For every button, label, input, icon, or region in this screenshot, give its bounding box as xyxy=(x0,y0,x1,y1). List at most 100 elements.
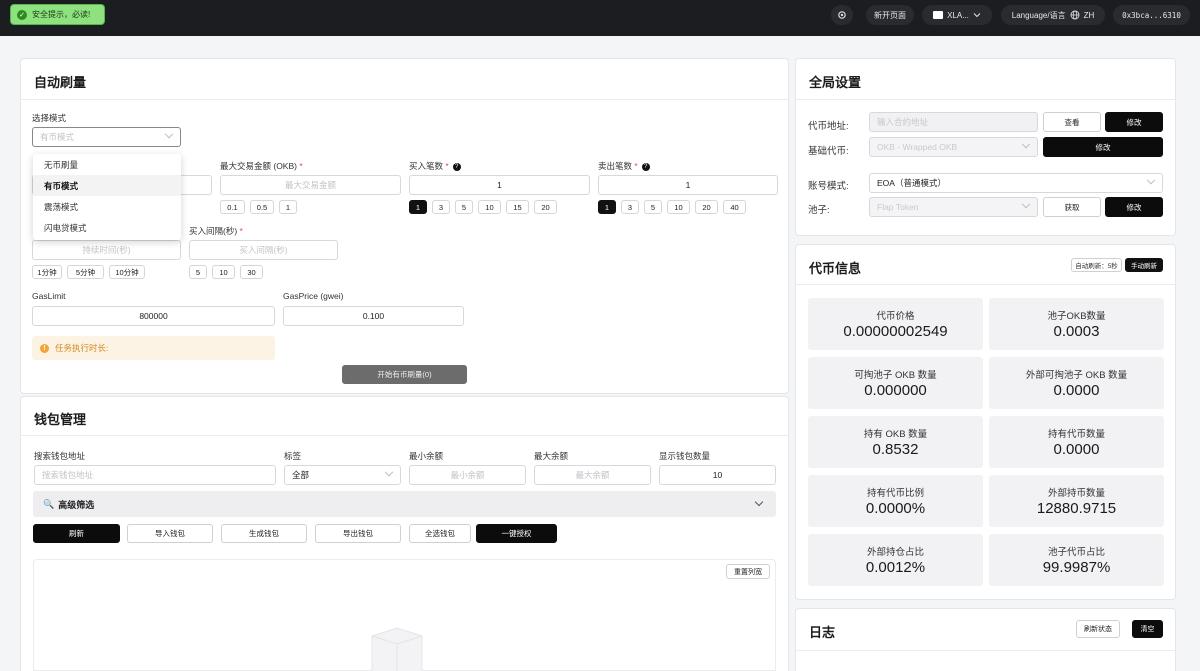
duration-chip[interactable]: 1分钟 xyxy=(32,265,62,279)
global-settings-title: 全局设置 xyxy=(809,75,862,90)
max-amount-chip[interactable]: 1 xyxy=(279,200,297,214)
mode-option[interactable]: 震荡模式 xyxy=(33,196,181,217)
duration-input[interactable]: 持续时间(秒) xyxy=(32,240,181,260)
buy-count-input[interactable]: 1 xyxy=(409,175,590,195)
help-icon[interactable]: ? xyxy=(641,163,650,171)
check-circle-icon: ✓ xyxy=(17,9,27,20)
duration-chip[interactable]: 10分钟 xyxy=(109,265,145,279)
max-amount-label-text: 最大交易金额 (OKB) xyxy=(220,161,297,171)
manual-refresh-button[interactable]: 手动刷新 xyxy=(1125,258,1163,272)
sell-count-value: 1 xyxy=(685,180,691,190)
language-selector[interactable]: Language/语言 ZH xyxy=(1001,5,1105,25)
tag-value: 全部 xyxy=(292,470,310,480)
sell-count-label-text: 卖出笔数 xyxy=(598,161,633,171)
stat-card: 外部可掏池子 OKB 数量 0.0000 xyxy=(989,357,1164,409)
security-alert-button[interactable]: ✓ 安全提示，必读! xyxy=(10,4,105,25)
mode-select[interactable]: 有币模式 xyxy=(32,127,181,147)
mode-label: 选择模式 xyxy=(32,113,67,123)
buy-count-chip[interactable]: 5 xyxy=(455,200,473,214)
sell-count-input[interactable]: 1 xyxy=(598,175,778,195)
token-address-input[interactable]: 输入合约地址 xyxy=(869,112,1038,132)
tag-select[interactable]: 全部 xyxy=(284,465,401,485)
buy-count-chip[interactable]: 3 xyxy=(432,200,450,214)
gaslimit-input[interactable]: 800000 xyxy=(32,306,275,326)
stat-label: 持有代币数量 xyxy=(1047,429,1105,440)
stat-card: 持有代币比例 0.0000% xyxy=(808,475,983,527)
export-wallet-button[interactable]: 导出钱包 xyxy=(315,524,401,543)
divider xyxy=(796,284,1175,285)
view-button[interactable]: 查看 xyxy=(1043,112,1101,132)
auto-refresh-toggle[interactable]: 自动刷新：5秒 xyxy=(1071,258,1122,272)
fetch-pool-button[interactable]: 获取 xyxy=(1043,197,1101,217)
buy-count-chip[interactable]: 15 xyxy=(506,200,529,214)
mode-option[interactable]: 闪电贷模式 xyxy=(33,217,181,238)
mode-option[interactable]: 无币刷量 xyxy=(33,154,181,175)
pool-select[interactable]: Flap Token xyxy=(869,197,1038,217)
help-icon[interactable]: ? xyxy=(452,163,461,171)
top-bar: ✓ 安全提示，必读! 新开页面 XLA... Language/语言 ZH 0x… xyxy=(0,0,1200,36)
gasprice-input[interactable]: 0.100 xyxy=(283,306,464,326)
refresh-button[interactable]: 刷新 xyxy=(33,524,120,543)
sell-count-chip[interactable]: 20 xyxy=(695,200,718,214)
max-amount-chip[interactable]: 0.1 xyxy=(220,200,245,214)
wallet-address-button[interactable]: 0x3bca...6310 xyxy=(1113,5,1190,25)
wallet-count-label: 显示钱包数量 xyxy=(659,451,711,461)
sell-count-chip[interactable]: 40 xyxy=(723,200,746,214)
stat-label: 持有 OKB 数量 xyxy=(863,429,928,440)
stat-value: 0.0000 xyxy=(1053,382,1100,399)
import-wallet-button[interactable]: 导入钱包 xyxy=(127,524,213,543)
account-mode-select[interactable]: EOA（普通模式） xyxy=(869,173,1163,193)
search-wallet-placeholder: 搜索钱包地址 xyxy=(42,470,94,480)
max-balance-input[interactable]: 最大余额 xyxy=(534,465,651,485)
mode-dropdown-menu: 无币刷量 有币模式 震荡模式 闪电贷模式 xyxy=(33,154,181,240)
mode-option[interactable]: 有币模式 xyxy=(33,175,181,196)
start-button[interactable]: 开始有币刷量(0) xyxy=(342,365,467,384)
wallet-count-input[interactable]: 10 xyxy=(659,465,776,485)
edit-base-token-button[interactable]: 修改 xyxy=(1043,137,1163,157)
max-amount-label: 最大交易金额 (OKB) * xyxy=(220,161,303,171)
refresh-status-button[interactable]: 刷新状态 xyxy=(1076,620,1120,638)
account-mode-label: 账号模式: xyxy=(808,181,849,192)
stat-card: 池子OKB数量 0.0003 xyxy=(989,298,1164,350)
min-balance-label: 最小余额 xyxy=(409,451,444,461)
generate-wallet-button[interactable]: 生成钱包 xyxy=(221,524,307,543)
stat-card: 池子代币占比 99.9987% xyxy=(989,534,1164,586)
wallet-address-label: 0x3bca...6310 xyxy=(1122,10,1181,20)
edit-pool-button[interactable]: 修改 xyxy=(1105,197,1163,217)
log-title: 日志 xyxy=(809,625,836,640)
sell-count-chip[interactable]: 1 xyxy=(598,200,616,214)
advanced-filter-toggle[interactable]: 🔍 高级筛选 xyxy=(33,491,776,517)
buy-count-chip[interactable]: 10 xyxy=(478,200,501,214)
reset-columns-button[interactable]: 重置列宽 xyxy=(726,564,770,579)
max-amount-chip[interactable]: 0.5 xyxy=(250,200,274,214)
buy-count-chip[interactable]: 20 xyxy=(534,200,557,214)
settings-button[interactable] xyxy=(831,5,853,25)
base-token-select[interactable]: OKB - Wrapped OKB xyxy=(869,137,1038,157)
stat-label: 池子代币占比 xyxy=(1047,547,1105,558)
interval-chip[interactable]: 5 xyxy=(189,265,207,279)
chevron-down-icon xyxy=(384,467,394,477)
log-card xyxy=(795,608,1176,671)
min-balance-input[interactable]: 最小余额 xyxy=(409,465,526,485)
interval-input[interactable]: 买入间隔(秒) xyxy=(189,240,338,260)
sell-count-chip[interactable]: 5 xyxy=(644,200,662,214)
clear-log-button[interactable]: 清空 xyxy=(1132,620,1163,638)
divider xyxy=(21,99,788,100)
max-balance-label: 最大余额 xyxy=(534,451,569,461)
new-page-button[interactable]: 新开页面 xyxy=(866,5,914,25)
interval-chip[interactable]: 10 xyxy=(212,265,235,279)
authorize-all-button[interactable]: 一键授权 xyxy=(476,524,557,543)
chain-selector[interactable]: XLA... xyxy=(922,5,992,25)
duration-chip[interactable]: 5分钟 xyxy=(67,265,104,279)
sell-count-chip[interactable]: 10 xyxy=(667,200,690,214)
buy-count-chip[interactable]: 1 xyxy=(409,200,427,214)
gasprice-value: 0.100 xyxy=(362,311,385,321)
stat-label: 外部持仓占比 xyxy=(866,547,924,558)
sell-count-chip[interactable]: 3 xyxy=(621,200,639,214)
stat-label: 持有代币比例 xyxy=(866,488,924,499)
select-all-wallets-button[interactable]: 全选钱包 xyxy=(409,524,471,543)
interval-chip[interactable]: 30 xyxy=(240,265,263,279)
search-wallet-input[interactable]: 搜索钱包地址 xyxy=(34,465,276,485)
edit-token-button[interactable]: 修改 xyxy=(1105,112,1163,132)
max-amount-input[interactable]: 最大交易金额 xyxy=(220,175,401,195)
